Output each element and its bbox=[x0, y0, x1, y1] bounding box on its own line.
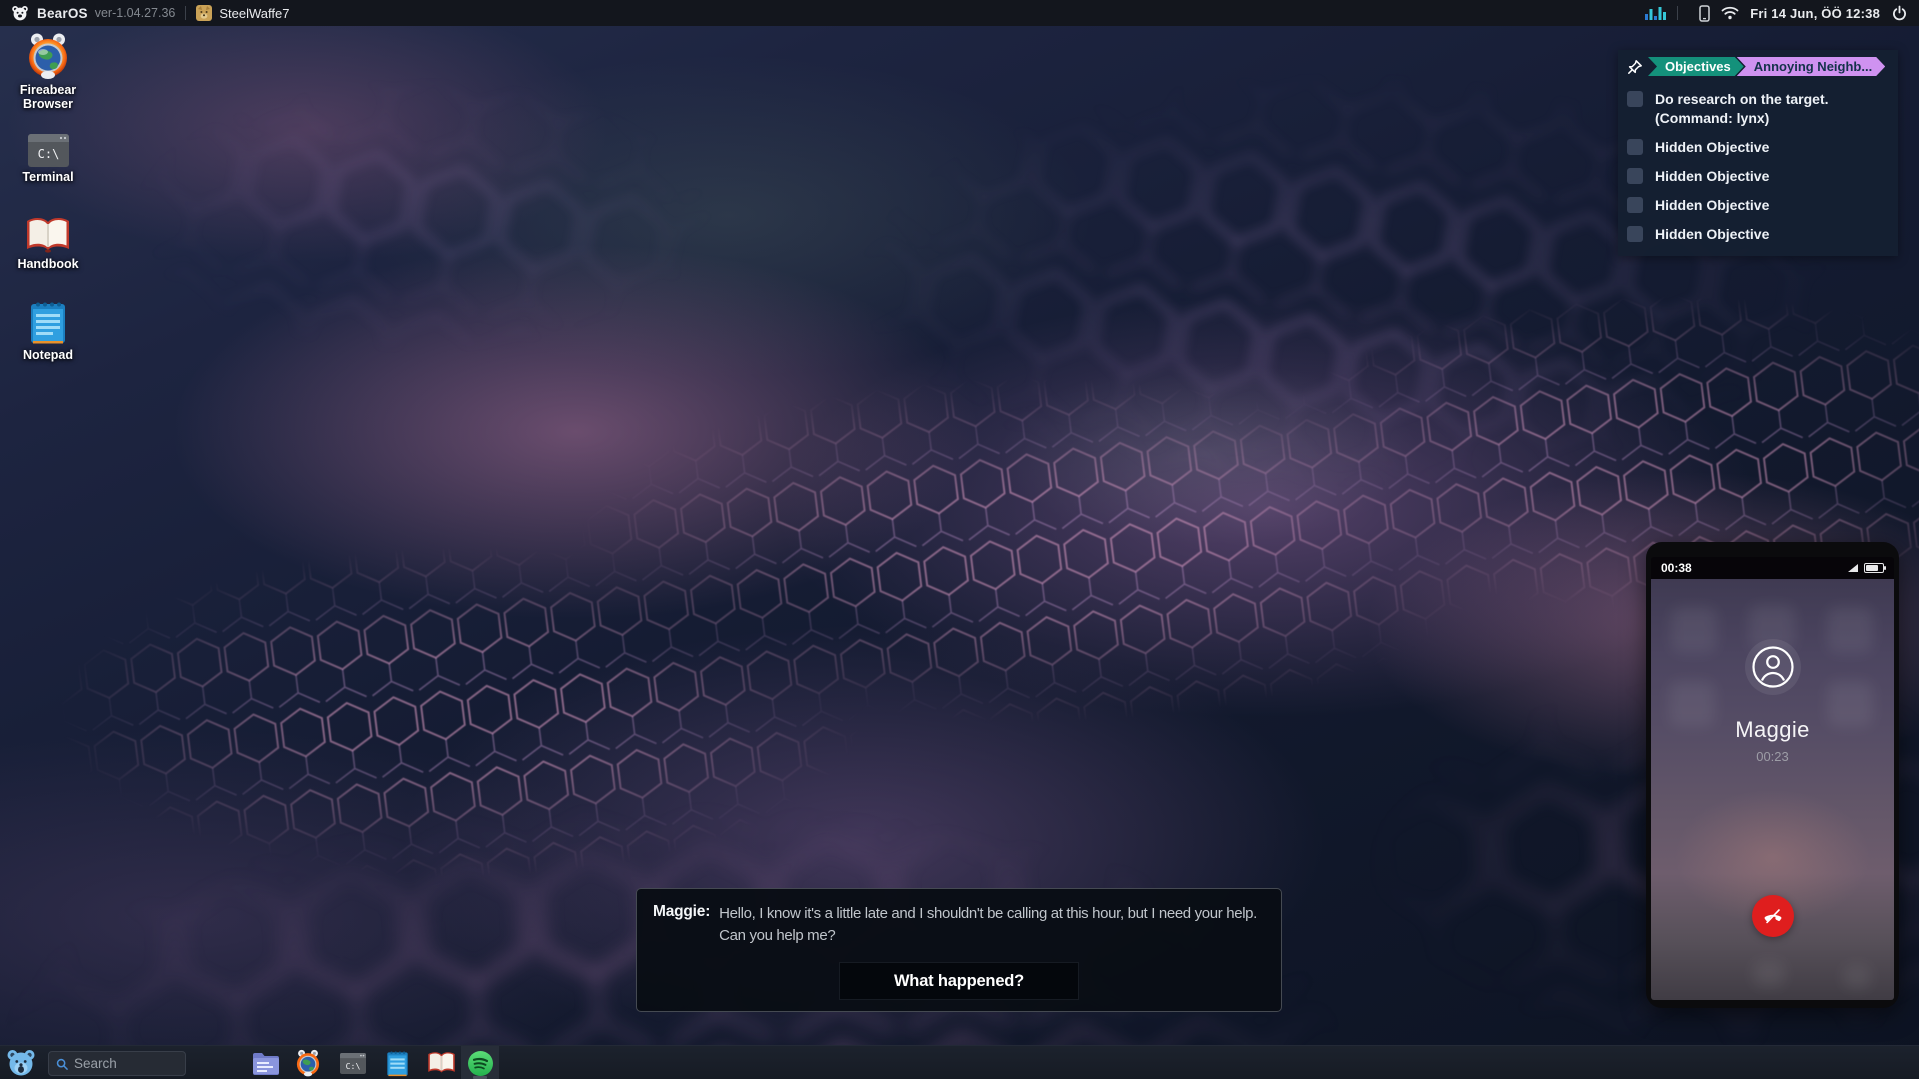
desktop-icon-label: Terminal bbox=[10, 171, 86, 185]
start-menu-button[interactable] bbox=[5, 1049, 37, 1077]
blurred-app-tile bbox=[1671, 607, 1717, 653]
objective-text: Hidden Objective bbox=[1655, 196, 1769, 215]
clock: Fri 14 Jun, ÖÖ 12:38 bbox=[1750, 6, 1880, 21]
file-manager-icon bbox=[252, 1052, 280, 1075]
desktop-icon-label: Handbook bbox=[10, 258, 86, 272]
blurred-app-tile bbox=[1753, 961, 1785, 987]
caller-avatar bbox=[1745, 639, 1801, 695]
spotify-icon bbox=[467, 1050, 494, 1077]
handbook-icon bbox=[25, 216, 71, 254]
objective-row: Hidden Objective bbox=[1627, 138, 1889, 157]
os-version: ver-1.04.27.36 bbox=[95, 6, 176, 20]
network-activity-icon bbox=[1644, 5, 1666, 21]
bearos-logo-icon bbox=[11, 5, 29, 21]
taskbar-app-fireabear-browser[interactable] bbox=[290, 1046, 326, 1079]
taskbar-app-spotify[interactable] bbox=[461, 1046, 499, 1079]
phone-status-bar: 00:38 bbox=[1651, 557, 1894, 579]
objective-text: Do research on the target. (Command: lyn… bbox=[1655, 90, 1829, 128]
objective-row: Hidden Objective bbox=[1627, 196, 1889, 215]
blurred-app-tile bbox=[1843, 965, 1871, 989]
bearos-desktop: BearOS ver-1.04.27.36 SteelWaffe7 bbox=[0, 0, 1919, 1079]
caller-name: Maggie bbox=[1651, 717, 1894, 743]
os-name: BearOS bbox=[37, 6, 88, 21]
dialogue-box: Maggie: Hello, I know it's a little late… bbox=[636, 888, 1282, 1012]
battery-icon bbox=[1864, 563, 1884, 573]
objective-row: Hidden Objective bbox=[1627, 167, 1889, 186]
objective-checkbox bbox=[1627, 226, 1643, 242]
phone-clock: 00:38 bbox=[1661, 561, 1692, 575]
person-icon bbox=[1751, 645, 1795, 689]
desktop-icon-notepad[interactable]: Notepad bbox=[10, 300, 86, 363]
user-avatar bbox=[196, 5, 212, 21]
fireabear-browser-icon bbox=[24, 32, 72, 80]
phone-screen: 00:38 Mag bbox=[1651, 557, 1894, 1000]
tab-objectives[interactable]: Objectives bbox=[1648, 57, 1744, 76]
search-box bbox=[48, 1051, 186, 1076]
objectives-header: Objectives Annoying Neighb... bbox=[1627, 57, 1889, 76]
divider bbox=[1677, 6, 1678, 20]
taskbar-app-file-manager[interactable] bbox=[248, 1046, 284, 1079]
notepad-icon bbox=[386, 1050, 409, 1077]
hangup-button[interactable] bbox=[1752, 895, 1794, 937]
taskbar-app-handbook[interactable] bbox=[422, 1046, 460, 1079]
objective-row: Do research on the target. (Command: lyn… bbox=[1627, 90, 1889, 128]
phone-hangup-icon bbox=[1762, 905, 1784, 927]
taskbar-app-notepad[interactable] bbox=[380, 1046, 414, 1079]
notepad-icon bbox=[29, 300, 67, 345]
svg-text:C:\: C:\ bbox=[37, 147, 59, 161]
pushpin-icon[interactable] bbox=[1627, 59, 1643, 75]
fireabear-browser-icon bbox=[294, 1049, 322, 1077]
terminal-icon: C:\ bbox=[28, 134, 69, 167]
objective-checkbox bbox=[1627, 197, 1643, 213]
search-input[interactable] bbox=[74, 1056, 178, 1071]
desktop-icon-handbook[interactable]: Handbook bbox=[10, 216, 86, 272]
desktop-icon-label: Fireabear Browser bbox=[10, 84, 86, 111]
taskbar: C:\ bbox=[0, 1045, 1919, 1079]
objective-text: Hidden Objective bbox=[1655, 167, 1769, 186]
dialogue-message: Hello, I know it's a little late and I s… bbox=[719, 903, 1265, 946]
taskbar-app-terminal[interactable]: C:\ bbox=[336, 1046, 370, 1079]
top-status-bar: BearOS ver-1.04.27.36 SteelWaffe7 bbox=[0, 0, 1919, 26]
phone-window: 00:38 Mag bbox=[1646, 542, 1899, 1008]
desktop-icon-fireabear-browser[interactable]: Fireabear Browser bbox=[10, 32, 86, 111]
power-icon[interactable] bbox=[1891, 5, 1908, 22]
blurred-app-tile bbox=[1827, 607, 1873, 653]
phone-tray-icon bbox=[1699, 5, 1710, 22]
objective-text: Hidden Objective bbox=[1655, 225, 1769, 244]
objective-checkbox bbox=[1627, 91, 1643, 107]
svg-text:C:\: C:\ bbox=[346, 1060, 361, 1070]
wifi-icon bbox=[1721, 6, 1739, 20]
terminal-icon: C:\ bbox=[340, 1053, 366, 1074]
signal-icon bbox=[1848, 564, 1858, 572]
desktop-icon-label: Notepad bbox=[10, 349, 86, 363]
objective-text: Hidden Objective bbox=[1655, 138, 1769, 157]
dialogue-choice-button[interactable]: What happened? bbox=[839, 962, 1079, 1000]
call-screen: Maggie 00:23 bbox=[1651, 579, 1894, 1000]
objective-checkbox bbox=[1627, 168, 1643, 184]
call-duration: 00:23 bbox=[1651, 749, 1894, 764]
objectives-panel: Objectives Annoying Neighb... Do researc… bbox=[1618, 50, 1898, 256]
divider bbox=[185, 6, 186, 20]
objective-row: Hidden Objective bbox=[1627, 225, 1889, 244]
handbook-icon bbox=[427, 1051, 456, 1075]
objective-checkbox bbox=[1627, 139, 1643, 155]
desktop-icon-terminal[interactable]: C:\ Terminal bbox=[10, 134, 86, 185]
tab-quest-annoying-neighbor[interactable]: Annoying Neighb... bbox=[1737, 57, 1885, 76]
bear-start-icon bbox=[6, 1049, 36, 1077]
dialogue-speaker: Maggie: bbox=[653, 903, 710, 921]
search-icon bbox=[56, 1057, 68, 1071]
objectives-list: Do research on the target. (Command: lyn… bbox=[1627, 90, 1889, 244]
username: SteelWaffe7 bbox=[219, 6, 289, 21]
